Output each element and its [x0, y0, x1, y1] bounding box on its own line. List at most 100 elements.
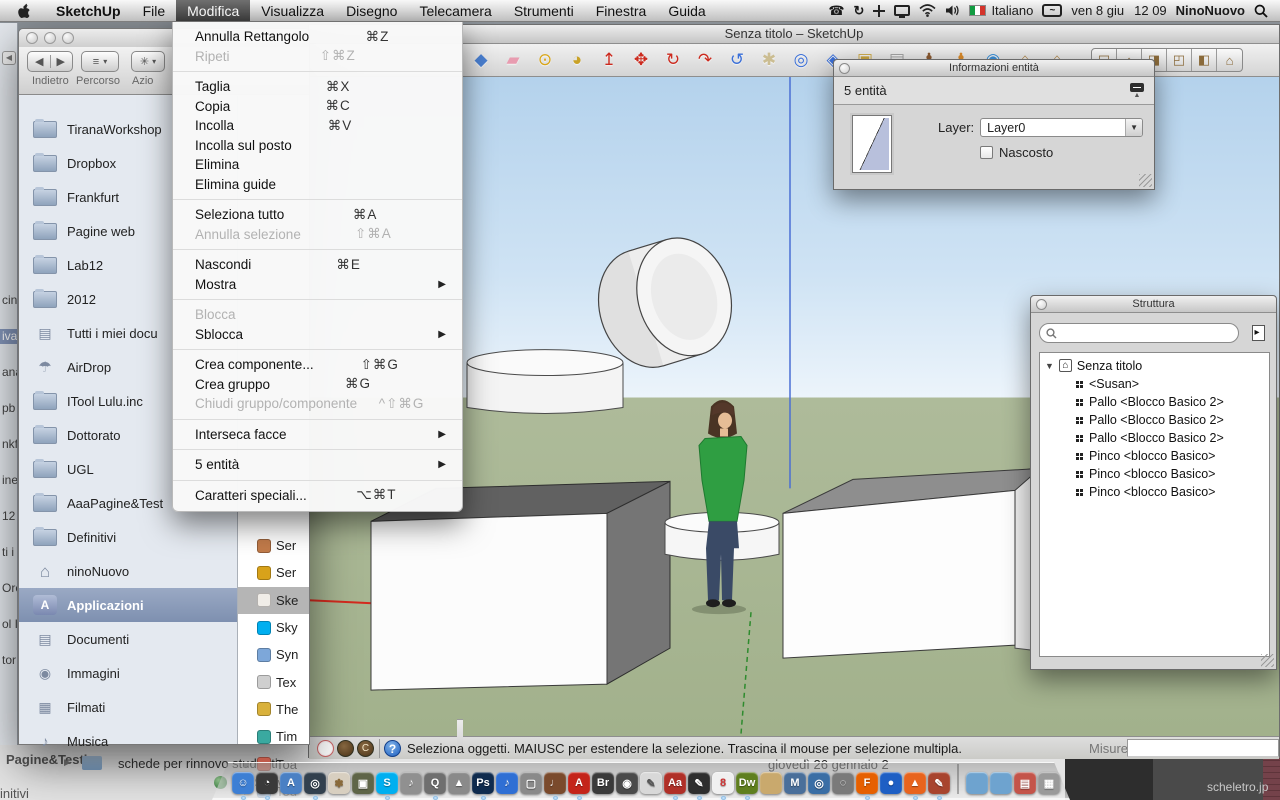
claim-badge-icon[interactable]: C — [357, 740, 374, 757]
back-icon[interactable]: ◀ — [35, 55, 43, 68]
dock-bridge[interactable]: Br — [592, 772, 614, 794]
push-pull-icon[interactable]: ↥ — [597, 48, 621, 72]
dock-spinner[interactable]: ◌ — [832, 772, 854, 794]
menu-bar-item[interactable]: Disegno — [335, 0, 408, 21]
tree-item[interactable]: Pinco <blocco Basico> — [1040, 447, 1269, 465]
tree-item[interactable]: Pallo <Blocco Basico 2> — [1040, 429, 1269, 447]
sidebar-item[interactable]: ◉ Immagini — [19, 656, 237, 690]
move-icon[interactable]: ✥ — [629, 48, 653, 72]
resize-grip[interactable] — [1261, 654, 1274, 667]
sidebar-item[interactable]: ▤ Documenti — [19, 622, 237, 656]
menu-bar-item[interactable]: Modifica — [176, 0, 250, 21]
menu-item[interactable] — [173, 480, 462, 481]
menu-item[interactable] — [173, 419, 462, 420]
sidebar-item[interactable]: ⌂ ninoNuovo — [19, 554, 237, 588]
menu-item[interactable]: Crea componente... ⇧⌘G — [173, 355, 462, 375]
tree-item[interactable]: Pallo <Blocco Basico 2> — [1040, 411, 1269, 429]
dock-skype[interactable]: S — [376, 772, 398, 794]
sidebar-item[interactable]: ♪ Musica — [19, 724, 237, 758]
dock-photoshop[interactable]: Ps — [472, 772, 494, 794]
tree-root-item[interactable]: ▼ ⌂ Senza titolo — [1040, 356, 1269, 375]
menu-item[interactable] — [173, 449, 462, 450]
display-icon[interactable] — [894, 5, 910, 16]
view-back-button[interactable]: ⌂ — [1217, 49, 1242, 71]
view-path-button[interactable]: ≡▾ — [81, 51, 119, 72]
file-list-row[interactable]: Sky — [238, 614, 309, 641]
dock-finder[interactable]: ☺ — [232, 772, 254, 794]
dock-dictionary[interactable]: Aa — [664, 772, 686, 794]
sync-icon[interactable]: ↻ — [854, 4, 865, 17]
wifi-icon[interactable] — [919, 4, 936, 17]
sidebar-item[interactable]: Definitivi — [19, 520, 237, 554]
file-list-row[interactable]: Tex — [238, 668, 309, 695]
menu-item[interactable]: Seleziona tutto ⌘A — [173, 205, 462, 225]
dock-folder-documents[interactable] — [990, 772, 1012, 794]
dock-itunes[interactable]: ♪ — [400, 772, 422, 794]
dock-camera[interactable]: ◉ — [616, 772, 638, 794]
volume-icon[interactable] — [945, 4, 960, 17]
disclosure-triangle-icon[interactable]: ▼ — [1045, 361, 1054, 371]
menu-item[interactable]: Copia ⌘C — [173, 97, 462, 117]
zoom-button[interactable] — [62, 32, 74, 44]
tree-item[interactable]: <Susan> — [1040, 375, 1269, 393]
close-icon[interactable] — [1036, 299, 1047, 310]
dock-app-store[interactable]: A — [280, 772, 302, 794]
eraser-icon[interactable]: ▰ — [501, 48, 525, 72]
dock-separator[interactable] — [957, 764, 959, 794]
widget-icon[interactable]: ~ — [1042, 4, 1062, 17]
hidden-checkbox[interactable] — [980, 146, 993, 159]
menu-item[interactable]: Mostra ▶ — [173, 275, 462, 295]
user-menu[interactable]: NinoNuovo — [1176, 3, 1245, 18]
dock-quicktime[interactable]: Q — [424, 772, 446, 794]
dock-mail[interactable]: M — [784, 772, 806, 794]
menu-item[interactable] — [173, 249, 462, 250]
file-list-row[interactable]: Ser — [238, 559, 309, 586]
outliner-search-field[interactable] — [1039, 323, 1239, 343]
spaces-icon[interactable] — [873, 5, 885, 17]
menu-item[interactable] — [173, 349, 462, 350]
menu-item[interactable]: Elimina — [173, 155, 462, 175]
menu-item[interactable]: Crea gruppo ⌘G — [173, 375, 462, 395]
dock-iphoto[interactable]: ✽ — [328, 772, 350, 794]
dock-display[interactable]: ▢ — [520, 772, 542, 794]
input-language-menu[interactable]: Italiano — [969, 3, 1033, 18]
close-button[interactable] — [26, 32, 38, 44]
menu-bar-item[interactable]: Guida — [657, 0, 716, 21]
forward-icon[interactable]: ▶ — [57, 55, 65, 68]
measurements-input[interactable] — [1127, 739, 1279, 757]
menu-bar-item[interactable]: Strumenti — [503, 0, 585, 21]
dock-sketchup[interactable]: ✎ — [928, 772, 950, 794]
file-list-row[interactable]: Tim — [238, 723, 309, 750]
dock-launchpad[interactable]: ▲ — [448, 772, 470, 794]
tape-measure-icon[interactable]: ⊙ — [533, 48, 557, 72]
dock-game[interactable]: ▣ — [352, 772, 374, 794]
dock-safari-2[interactable]: ◎ — [808, 772, 830, 794]
menu-item[interactable]: Nascondi ⌘E — [173, 255, 462, 275]
menu-item[interactable]: 5 entità ▶ — [173, 455, 462, 475]
menu-bar-item[interactable]: SketchUp — [45, 0, 132, 21]
spotlight-icon[interactable] — [1254, 4, 1268, 18]
menu-item[interactable]: Blocca — [173, 305, 462, 325]
dock-garageband[interactable]: ♩ — [544, 772, 566, 794]
menu-bar-item[interactable]: Finestra — [585, 0, 658, 21]
view-left-button[interactable]: ◧ — [1192, 49, 1217, 71]
dock-ical[interactable]: 8 — [712, 772, 734, 794]
menu-item[interactable]: Annulla selezione ⇧⌘A — [173, 225, 462, 245]
dock-pen[interactable]: ✎ — [688, 772, 710, 794]
dock-firefox[interactable]: F — [856, 772, 878, 794]
clock-menu[interactable]: ven 8 giu 12 09 — [1071, 3, 1166, 18]
sidebar-item[interactable]: A Applicazioni — [19, 588, 237, 622]
close-icon[interactable] — [839, 63, 850, 74]
follow-me-icon[interactable]: ↷ — [693, 48, 717, 72]
credits-badge-icon[interactable] — [337, 740, 354, 757]
menu-item[interactable]: Caratteri speciali... ⌥⌘T — [173, 486, 462, 506]
dock-stack[interactable]: ▤ — [1014, 772, 1036, 794]
file-list-row[interactable]: The — [238, 696, 309, 723]
file-list-row[interactable]: Ske — [238, 587, 309, 614]
dock-dreamweaver[interactable]: Dw — [736, 772, 758, 794]
outliner-title-bar[interactable]: Struttura — [1031, 296, 1276, 313]
outliner-search-input[interactable] — [1061, 325, 1238, 341]
layer-dropdown[interactable]: Layer0 ▼ — [980, 118, 1143, 137]
pan-icon[interactable]: ✱ — [757, 48, 781, 72]
menu-item[interactable]: Interseca facce ▶ — [173, 425, 462, 445]
